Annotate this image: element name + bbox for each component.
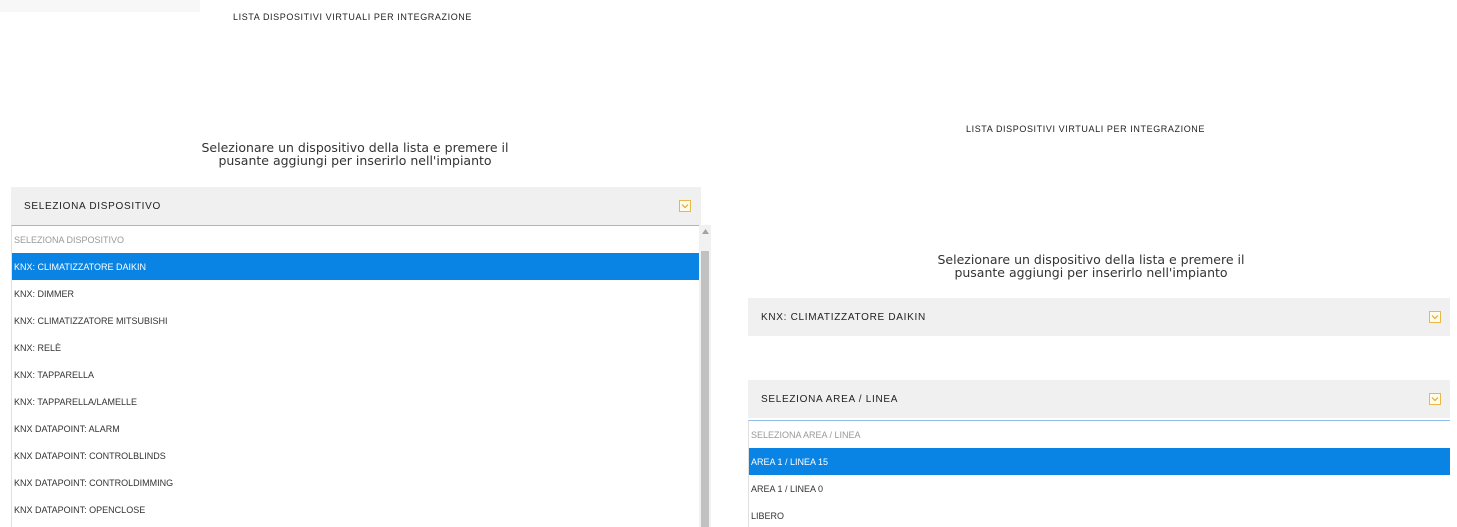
area-line-select-label: SELEZIONA AREA / LINEA [761,393,899,405]
area-line-dropdown-list: SELEZIONA AREA / LINEA AREA 1 / LINEA 15… [748,420,1450,527]
device-list-option[interactable]: KNX DATAPOINT: CONTROLDIMMING [12,469,699,496]
page-title: LISTA DISPOSITIVI VIRTUALI PER INTEGRAZI… [966,124,1206,134]
device-select[interactable]: KNX: CLIMATIZZATORE DAIKIN [748,298,1450,336]
device-list-option[interactable]: KNX: CLIMATIZZATORE MITSUBISHI [12,307,699,334]
dropdown-scrollbar[interactable] [699,225,711,527]
scroll-up-arrow-icon[interactable] [699,229,711,237]
device-list-option[interactable]: KNX: CLIMATIZZATORE DAIKIN [12,253,699,280]
area-line-list-option[interactable]: LIBERO [749,502,1450,527]
top-strip [0,0,200,12]
page-title: LISTA DISPOSITIVI VIRTUALI PER INTEGRAZI… [233,12,473,22]
area-line-list-option[interactable]: AREA 1 / LINEA 15 [749,448,1450,475]
instructions-text: Selezionare un dispositivo della lista e… [937,252,1245,280]
device-select-label: KNX: CLIMATIZZATORE DAIKIN [761,311,926,323]
dropdown-placeholder-option[interactable]: SELEZIONA DISPOSITIVO [12,226,699,253]
instructions-text: Selezionare un dispositivo della lista e… [201,140,509,168]
scrollbar-thumb[interactable] [701,251,709,527]
area-line-select[interactable]: SELEZIONA AREA / LINEA [748,380,1450,418]
device-list-option[interactable]: KNX: TAPPARELLA [12,361,699,388]
left-panel: LISTA DISPOSITIVI VIRTUALI PER INTEGRAZI… [0,0,712,527]
right-panel: LISTA DISPOSITIVI VIRTUALI PER INTEGRAZI… [736,0,1457,527]
device-dropdown-list: SELEZIONA DISPOSITIVO KNX: CLIMATIZZATOR… [11,225,699,527]
device-list-option[interactable]: KNX DATAPOINT: OPENCLOSE [12,496,699,523]
device-list-option[interactable]: KNX: TAPPARELLA/LAMELLE [12,388,699,415]
dropdown-placeholder-option[interactable]: SELEZIONA AREA / LINEA [749,421,1450,448]
area-line-list-option[interactable]: AREA 1 / LINEA 0 [749,475,1450,502]
chevron-down-icon[interactable] [1429,393,1441,405]
device-list-option[interactable]: KNX DATAPOINT: CONTROLBLINDS [12,442,699,469]
device-select[interactable]: SELEZIONA DISPOSITIVO [11,187,701,225]
device-list-option[interactable]: KNX DATAPOINT: ALARM [12,415,699,442]
chevron-down-icon[interactable] [679,200,691,212]
device-list-option[interactable]: KNX: DIMMER [12,280,699,307]
device-list-option[interactable]: KNX: RELÈ [12,334,699,361]
chevron-down-icon[interactable] [1429,311,1441,323]
device-select-label: SELEZIONA DISPOSITIVO [24,200,161,212]
